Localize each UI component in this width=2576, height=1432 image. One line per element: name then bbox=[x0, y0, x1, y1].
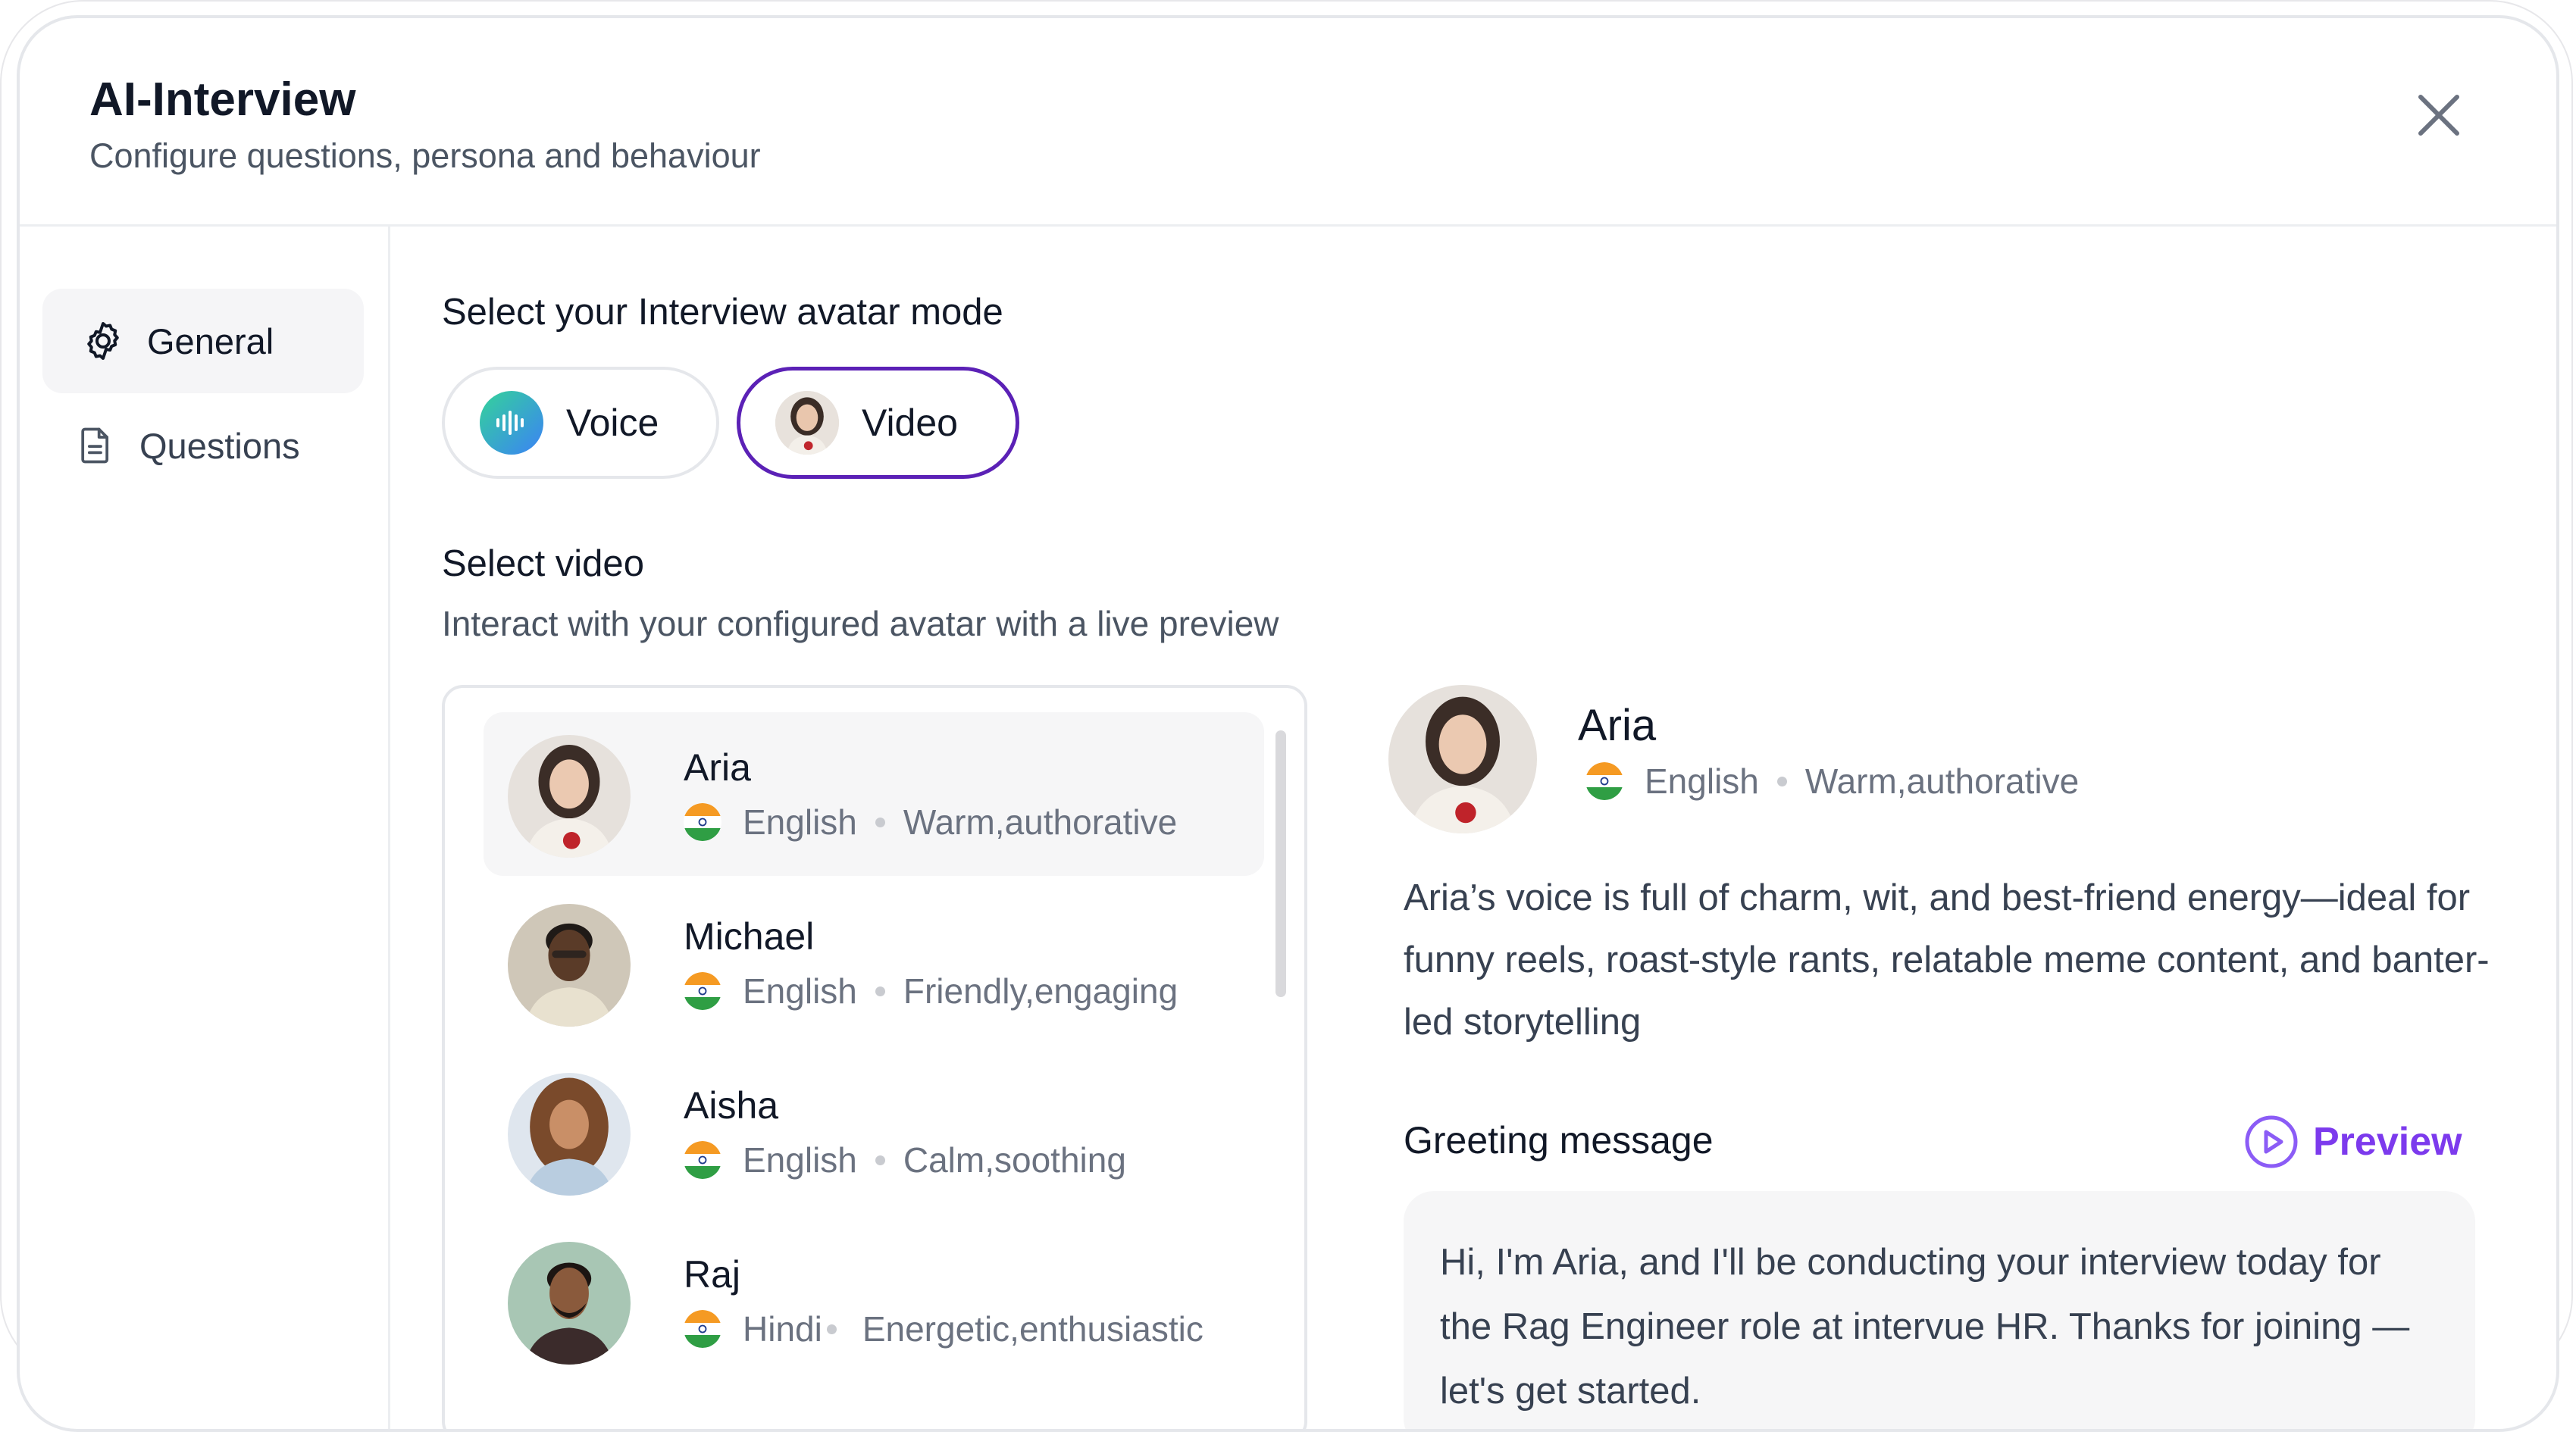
india-flag-icon bbox=[684, 1310, 721, 1348]
avatar-meta: English Calm,soothing bbox=[684, 1140, 1126, 1180]
separator-dot bbox=[875, 817, 885, 827]
avatar-item-aria[interactable]: Aria English Warm,authorative bbox=[484, 712, 1264, 876]
select-video-subheading: Interact with your configured avatar wit… bbox=[442, 604, 1279, 643]
india-flag-icon bbox=[684, 1141, 721, 1179]
avatar-item-michael[interactable]: Michael English Friendly,engaging bbox=[484, 881, 1264, 1045]
avatar-traits: Energetic,enthusiastic bbox=[862, 1309, 1203, 1349]
avatar-traits: Friendly,engaging bbox=[903, 971, 1178, 1011]
gear-icon bbox=[80, 318, 126, 364]
detail-language: English bbox=[1645, 761, 1759, 801]
close-button[interactable] bbox=[2407, 83, 2471, 147]
separator-dot bbox=[826, 1324, 837, 1334]
greeting-message-field[interactable]: Hi, I'm Aria, and I'll be conducting you… bbox=[1404, 1191, 2475, 1429]
avatar-meta: English Warm,authorative bbox=[684, 802, 1177, 843]
india-flag-icon bbox=[684, 972, 721, 1010]
preview-label: Preview bbox=[2313, 1120, 2462, 1164]
sidebar-item-label: Questions bbox=[139, 425, 300, 466]
avatar-language: English bbox=[743, 1140, 857, 1180]
separator-dot bbox=[875, 986, 885, 996]
voice-mode-button[interactable]: Voice bbox=[442, 367, 719, 479]
sidebar: General Questions bbox=[20, 227, 390, 1429]
avatar-meta: Hindi Energetic,enthusiastic bbox=[684, 1308, 1203, 1349]
detail-description: Aria’s voice is full of charm, wit, and … bbox=[1404, 877, 2490, 1043]
modal-header: AI-Interview Configure questions, person… bbox=[20, 18, 2556, 227]
video-mode-button[interactable]: Video bbox=[737, 367, 1019, 479]
sidebar-item-questions[interactable]: Questions bbox=[42, 393, 364, 498]
avatar bbox=[508, 904, 631, 1027]
avatar-traits: Warm,authorative bbox=[903, 802, 1178, 842]
avatar-language: English bbox=[743, 971, 857, 1011]
separator-dot bbox=[1776, 776, 1787, 786]
avatar-language: Hindi bbox=[743, 1309, 822, 1349]
avatar-traits: Calm,soothing bbox=[903, 1140, 1126, 1180]
avatar-name: Aisha bbox=[684, 1084, 779, 1127]
avatar-meta: English Friendly,engaging bbox=[684, 971, 1178, 1011]
ai-interview-modal: AI-Interview Configure questions, person… bbox=[17, 15, 2559, 1432]
india-flag-icon bbox=[1585, 762, 1623, 800]
avatar-name: Raj bbox=[684, 1253, 741, 1296]
avatar-name: Michael bbox=[684, 915, 815, 958]
avatar-name: Aria bbox=[684, 746, 751, 789]
detail-avatar bbox=[1388, 685, 1537, 833]
detail-traits: Warm,authorative bbox=[1804, 761, 2080, 801]
preview-button[interactable]: Preview bbox=[2243, 1114, 2462, 1170]
avatar-list-scrollbar[interactable] bbox=[1275, 730, 1286, 997]
avatar bbox=[508, 1242, 631, 1365]
play-circle-icon bbox=[2245, 1115, 2298, 1168]
select-video-heading: Select video bbox=[442, 543, 644, 584]
voice-mode-label: Voice bbox=[566, 402, 659, 444]
detail-name: Aria bbox=[1578, 701, 1657, 750]
modal-title: AI-Interview bbox=[89, 73, 356, 126]
avatar-language: English bbox=[743, 802, 857, 842]
sidebar-item-label: General bbox=[147, 320, 274, 361]
avatar-item-aisha[interactable]: Aisha English Calm,soothing bbox=[484, 1050, 1264, 1214]
avatar-thumbnail bbox=[775, 391, 839, 455]
avatar-item-raj[interactable]: Raj Hindi Energetic,enthusiastic bbox=[484, 1219, 1264, 1383]
waveform-icon bbox=[480, 391, 543, 455]
avatar-mode-heading: Select your Interview avatar mode bbox=[442, 292, 1003, 333]
separator-dot bbox=[875, 1155, 885, 1165]
avatar bbox=[508, 735, 631, 858]
sidebar-item-general[interactable]: General bbox=[42, 289, 364, 393]
greeting-label: Greeting message bbox=[1404, 1119, 1714, 1162]
india-flag-icon bbox=[684, 803, 721, 841]
document-icon bbox=[73, 423, 118, 468]
video-mode-label: Video bbox=[862, 402, 958, 444]
avatar bbox=[508, 1073, 631, 1196]
modal-subtitle: Configure questions, persona and behavio… bbox=[89, 136, 761, 175]
detail-meta: English Warm,authorative bbox=[1585, 761, 2079, 802]
close-icon bbox=[2418, 95, 2459, 136]
